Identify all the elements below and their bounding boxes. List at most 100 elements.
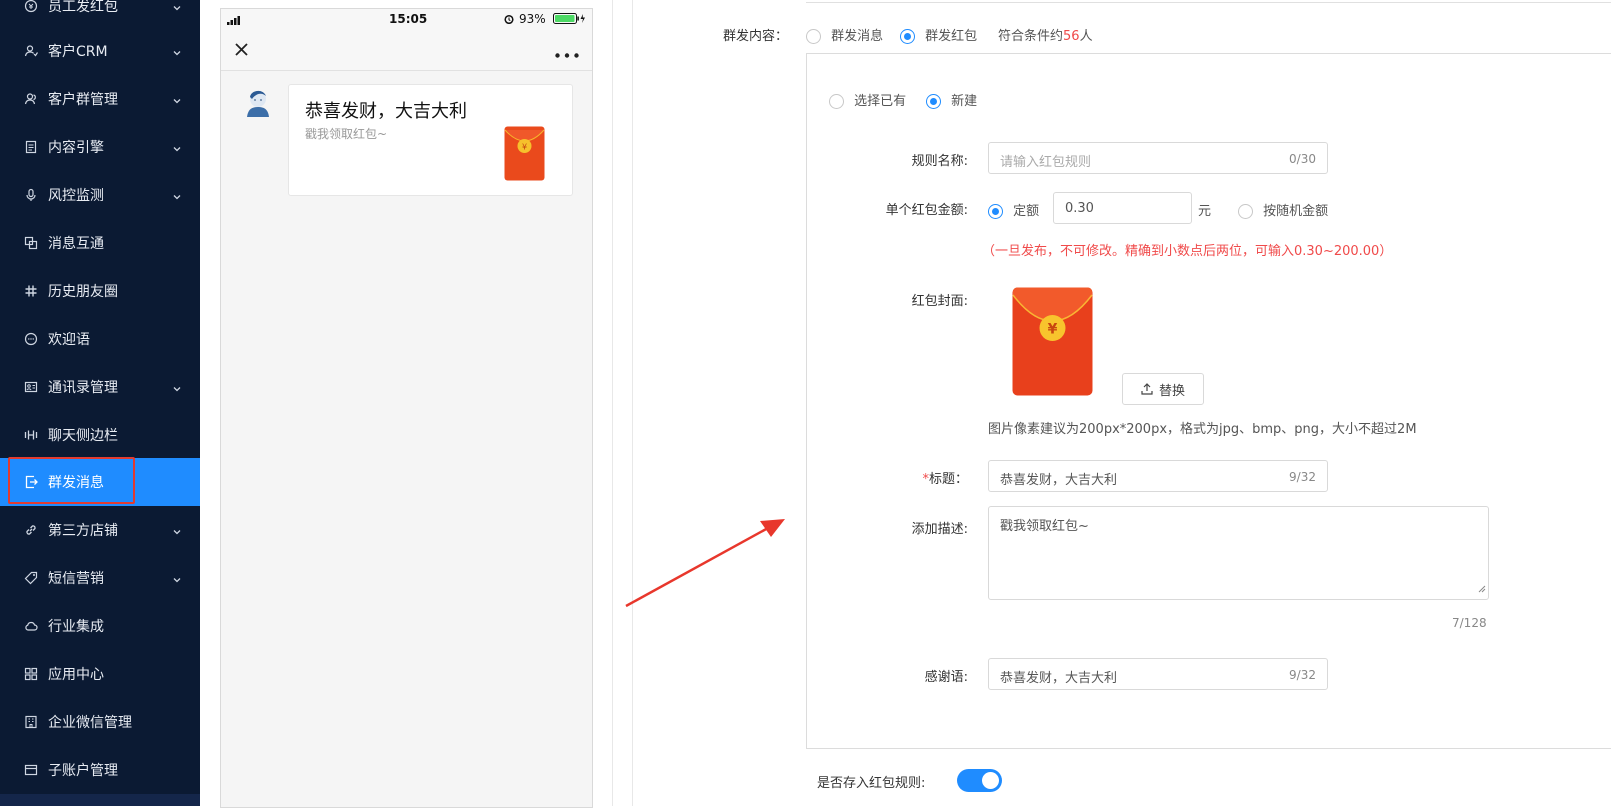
title-counter: 9/32 [1289, 470, 1316, 484]
sidebar-item-label: 应用中心 [48, 667, 104, 683]
coin-icon [24, 0, 38, 13]
sidebar-item[interactable]: 客户CRM [0, 27, 200, 75]
close-icon[interactable] [235, 43, 248, 60]
match-prefix: 符合条件约 [998, 29, 1064, 44]
radio-checked-icon[interactable] [988, 204, 1003, 219]
title-label-text: 标题： [928, 472, 968, 487]
rule-name-input[interactable]: 请输入红包规则 0/30 [988, 142, 1328, 174]
desc-textarea[interactable]: 戳我领取红包~ [988, 506, 1489, 600]
sidebar-bottom-strip [0, 794, 200, 806]
svg-text:¥: ¥ [1048, 322, 1058, 338]
content-option-message[interactable]: 群发消息 [806, 25, 883, 44]
amount-value: 0.30 [1065, 201, 1094, 216]
user-icon [24, 44, 38, 58]
radio-checked-icon[interactable] [900, 29, 915, 44]
sidebar-item-label: 通讯录管理 [48, 380, 118, 396]
amount-hint: （一旦发布，不可修改。精确到小数点后两位，可输入0.30~200.00） [982, 244, 1393, 259]
content-option-message-label: 群发消息 [831, 29, 884, 44]
sidebar-item-label: 客户群管理 [48, 92, 118, 108]
message-title: 恭喜发财，大吉大利 [305, 101, 467, 122]
sidebar-item-label: 客户CRM [48, 44, 108, 60]
sidebar-item[interactable]: 聊天侧边栏 [0, 411, 200, 459]
alarm-icon [504, 13, 514, 27]
thanks-value: 恭喜发财，大吉大利 [1000, 671, 1118, 686]
desc-label: 添加描述: [911, 522, 968, 537]
save-rule-toggle[interactable] [957, 769, 1002, 792]
sidebar-item[interactable]: 短信营销 [0, 554, 200, 602]
sidebar-item[interactable]: 历史朋友圈 [0, 267, 200, 315]
sidebar-item[interactable]: 企业微信管理 [0, 698, 200, 746]
sidebar-item[interactable]: 内容引擎 [0, 123, 200, 171]
building-icon [24, 715, 38, 729]
users-icon [24, 92, 38, 106]
match-count-text: 符合条件约56人 [998, 25, 1093, 44]
amount-random-option[interactable]: 按随机金额 [1238, 200, 1328, 219]
upload-icon [1141, 383, 1153, 395]
thanks-input[interactable]: 恭喜发财，大吉大利 9/32 [988, 658, 1328, 690]
sidebar-item[interactable]: 欢迎语 [0, 315, 200, 363]
radio-icon[interactable] [1238, 204, 1253, 219]
rule-name-label: 规则名称: [911, 154, 968, 169]
amount-unit: 元 [1198, 204, 1212, 219]
radio-icon[interactable] [806, 29, 821, 44]
source-option-existing-label: 选择已有 [854, 94, 907, 109]
sidebar-item[interactable]: 客户群管理 [0, 75, 200, 123]
message-description: 戳我领取红包~ [305, 127, 388, 141]
sidebar-item[interactable]: 通讯录管理 [0, 363, 200, 411]
microphone-icon [24, 188, 38, 202]
rule-name-counter: 0/30 [1289, 152, 1316, 166]
save-rule-label: 是否存入红包规则: [817, 776, 926, 791]
document-icon [24, 140, 38, 154]
source-option-existing[interactable]: 选择已有 [829, 90, 906, 109]
top-input-edge [806, 0, 1611, 3]
sidebar-item[interactable]: 消息互通 [0, 219, 200, 267]
sidebar-item-label: 历史朋友圈 [48, 284, 118, 300]
redpacket-message-card[interactable]: 恭喜发财，大吉大利 戳我领取红包~ ¥ [288, 84, 573, 196]
battery-percent: 93% [519, 12, 546, 26]
sidebar-item-label: 欢迎语 [48, 332, 90, 348]
chat-bubble-icon [24, 332, 38, 346]
chevron-down-icon [172, 46, 182, 56]
redpacket-cover-image: ¥ [1012, 287, 1093, 400]
sidebar-item[interactable]: 员工发红包 [0, 0, 200, 30]
sidebar-item-label: 行业集成 [48, 619, 104, 635]
desc-value: 戳我领取红包~ [1000, 519, 1089, 534]
amount-fixed-option[interactable]: 定额 [988, 200, 1039, 219]
radio-checked-icon[interactable] [926, 94, 941, 109]
content-option-redpacket[interactable]: 群发红包 [900, 25, 977, 44]
sidebar-item[interactable]: 风控监测 [0, 171, 200, 219]
sidebar-item[interactable]: 第三方店铺 [0, 506, 200, 554]
tag-icon [24, 571, 38, 585]
resize-handle-icon[interactable] [1478, 582, 1486, 597]
sidebar-item-label: 风控监测 [48, 188, 104, 204]
more-icon[interactable] [555, 47, 579, 62]
desc-counter: 7/128 [1452, 616, 1487, 630]
avatar [243, 87, 273, 121]
sidebar-item[interactable]: 行业集成 [0, 602, 200, 650]
sidebar-item-label: 短信营销 [48, 571, 104, 587]
panel-divider [612, 0, 613, 806]
radio-icon[interactable] [829, 94, 844, 109]
amount-label: 单个红包金额: [885, 203, 968, 218]
sidebar-item-label: 第三方店铺 [48, 523, 118, 539]
sidebar-item[interactable]: 子账户管理 [0, 746, 200, 794]
phone-chat-header [221, 29, 592, 71]
replace-cover-button[interactable]: 替换 [1122, 373, 1204, 405]
chevron-down-icon [172, 382, 182, 392]
source-option-new-label: 新建 [951, 94, 978, 109]
title-input[interactable]: 恭喜发财，大吉大利 9/32 [988, 460, 1328, 492]
phone-status-bar: 15:05 93% [221, 9, 592, 29]
annotation-arrow [625, 519, 785, 608]
sidebar-item-label: 消息互通 [48, 236, 104, 252]
cover-label: 红包封面: [911, 294, 968, 309]
sidebar-item[interactable]: 应用中心 [0, 650, 200, 698]
title-label: *标题： [860, 468, 968, 487]
svg-text:¥: ¥ [522, 143, 527, 152]
chevron-down-icon [172, 94, 182, 104]
chevron-down-icon [172, 525, 182, 535]
amount-input[interactable]: 0.30 [1053, 192, 1192, 224]
content-option-redpacket-label: 群发红包 [925, 29, 978, 44]
grid-icon [24, 667, 38, 681]
source-option-new[interactable]: 新建 [926, 90, 977, 109]
sidebar-item-label: 内容引擎 [48, 140, 104, 156]
